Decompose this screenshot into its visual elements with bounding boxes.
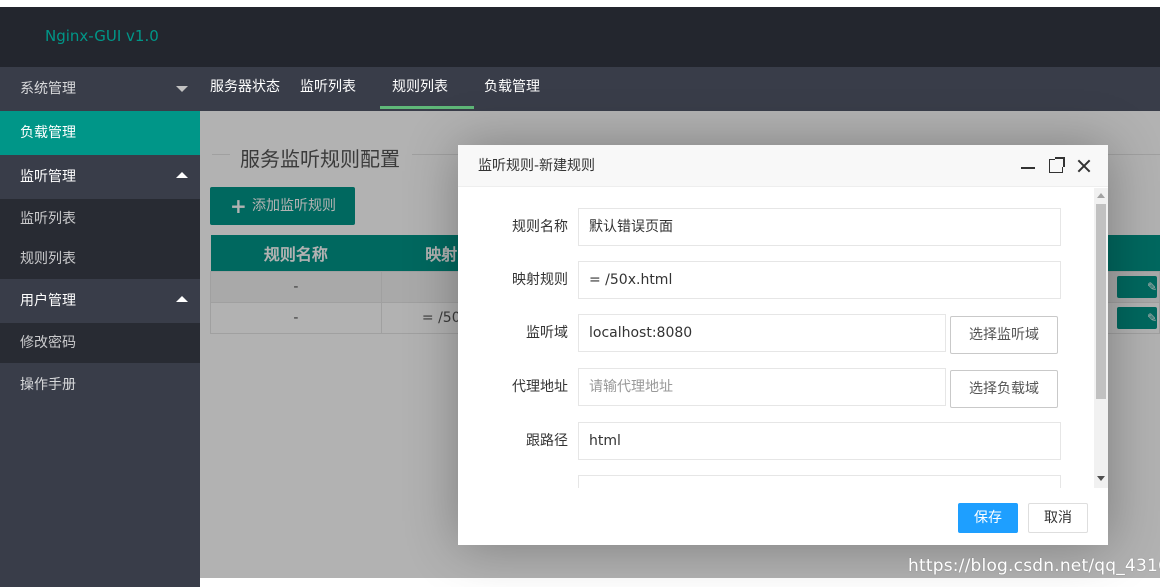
sidebar-item-user[interactable]: 用户管理	[0, 279, 200, 323]
top-nav: 服务器状态 监听列表 规则列表 负载管理	[200, 67, 1160, 111]
sidebar-item-label: 操作手册	[20, 377, 76, 393]
chevron-up-icon	[176, 172, 188, 178]
dialog-scrollbar[interactable]	[1094, 188, 1108, 488]
scroll-up-icon[interactable]	[1097, 193, 1105, 198]
sidebar-item-system[interactable]: 系统管理	[0, 67, 200, 111]
tab-listen-list[interactable]: 监听列表	[300, 67, 356, 111]
sidebar-item-listen[interactable]: 监听管理	[0, 155, 200, 199]
new-rule-dialog: 监听规则-新建规则 规则名称 默认错误页面 映射规则 = /50x.html 监…	[458, 145, 1108, 545]
chevron-up-icon	[176, 296, 188, 302]
field-label: 规则名称	[512, 219, 568, 235]
sidebar-item-manual[interactable]: 操作手册	[0, 363, 200, 407]
rule-name-input[interactable]: 默认错误页面	[578, 208, 1061, 246]
dialog-form: 规则名称 默认错误页面 映射规则 = /50x.html 监听域 localho…	[458, 188, 1108, 488]
form-row-partial	[458, 475, 1098, 488]
dialog-title-bar: 监听规则-新建规则	[458, 145, 1108, 187]
minimize-icon[interactable]	[1020, 158, 1036, 174]
scroll-down-icon[interactable]	[1097, 476, 1105, 481]
next-field-input[interactable]	[578, 475, 1061, 488]
dialog-footer: 保存 取消	[458, 495, 1108, 545]
mapping-rule-input[interactable]: = /50x.html	[578, 261, 1061, 299]
tab-load-management[interactable]: 负载管理	[484, 67, 540, 111]
form-row-proxy: 代理地址 请输代理地址 选择负载域	[458, 368, 1098, 408]
tab-rule-list[interactable]: 规则列表	[380, 67, 474, 111]
app-header: Nginx-GUI v1.0	[0, 7, 1160, 67]
save-button[interactable]: 保存	[958, 503, 1018, 533]
sidebar-submenu-user: 修改密码	[0, 323, 200, 363]
sidebar-item-label: 用户管理	[20, 293, 76, 309]
field-label: 代理地址	[512, 379, 568, 395]
sidebar-item-label: 监听管理	[20, 169, 76, 185]
listen-domain-input[interactable]: localhost:8080	[578, 314, 946, 352]
form-row-root-path: 跟路径 html	[458, 422, 1098, 462]
chevron-down-icon	[176, 86, 188, 92]
sidebar-item-load[interactable]: 负载管理	[0, 111, 200, 155]
watermark: https://blog.csdn.net/qq_43164571	[908, 556, 1160, 576]
sidebar-item-label: 系统管理	[20, 81, 76, 97]
root-path-input[interactable]: html	[578, 422, 1061, 460]
field-label: 映射规则	[512, 272, 568, 288]
choose-listen-domain-button[interactable]: 选择监听域	[950, 316, 1058, 354]
top-strip	[0, 0, 1160, 7]
close-icon[interactable]	[1076, 158, 1092, 174]
field-label: 跟路径	[526, 433, 568, 449]
field-label: 监听域	[526, 325, 568, 341]
sidebar-item-rule-list[interactable]: 规则列表	[0, 239, 200, 279]
form-row-rule-name: 规则名称 默认错误页面	[458, 208, 1098, 248]
cancel-button[interactable]: 取消	[1028, 503, 1088, 533]
sidebar-item-change-password[interactable]: 修改密码	[0, 323, 200, 363]
sidebar-item-label: 负载管理	[20, 125, 76, 141]
sidebar-item-listen-list[interactable]: 监听列表	[0, 199, 200, 239]
form-row-mapping: 映射规则 = /50x.html	[458, 261, 1098, 301]
sidebar-submenu-listen: 监听列表 规则列表	[0, 199, 200, 279]
brand-title: Nginx-GUI v1.0	[45, 27, 159, 45]
proxy-address-input[interactable]: 请输代理地址	[578, 368, 946, 406]
dialog-title: 监听规则-新建规则	[478, 158, 596, 174]
maximize-icon[interactable]	[1048, 157, 1065, 174]
scroll-thumb[interactable]	[1096, 204, 1106, 399]
form-row-listen-domain: 监听域 localhost:8080 选择监听域	[458, 314, 1098, 354]
tab-server-status[interactable]: 服务器状态	[210, 67, 280, 111]
choose-load-domain-button[interactable]: 选择负载域	[950, 370, 1058, 408]
sidebar: 系统管理 负载管理 监听管理 监听列表 规则列表 用户管理 修改密码 操作手册	[0, 67, 200, 587]
dialog-tools	[1020, 145, 1092, 187]
